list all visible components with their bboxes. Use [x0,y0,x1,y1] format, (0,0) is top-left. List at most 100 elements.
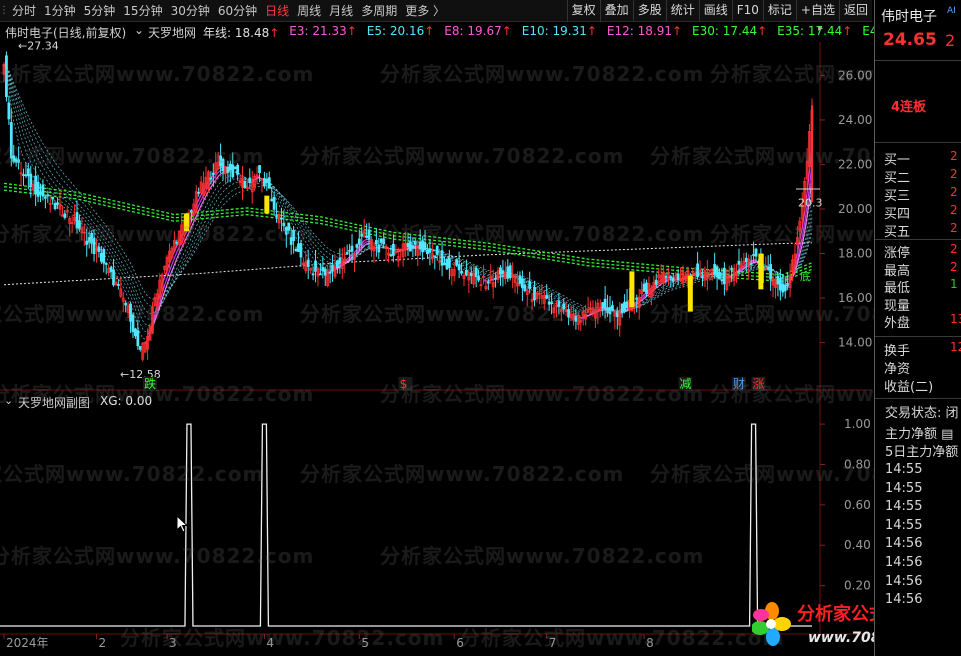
period-tabs: 分时 1分钟 5分钟 15分钟 30分钟 60分钟 日线 周线 月线 多周期 更多 〉 [8,0,449,22]
ma-legend-item: E3: 21.33↑ [289,24,357,38]
candle-body [314,260,317,272]
up-arrow-icon: ↑ [424,24,435,38]
watermark-text: 分析家公式网www.70822.com [0,222,315,246]
candle-body [769,264,773,280]
period-tab-2[interactable]: 5分钟 [80,0,120,22]
candle-body [331,264,334,272]
candle-body [749,263,753,265]
watermark-text: 分析家公式网www.70822.com [0,302,265,326]
candle-body [357,238,361,245]
candle-body [263,178,266,187]
drag-grip-icon[interactable]: ⋮ [0,0,9,22]
candle-body [642,283,646,292]
candle-body [134,328,137,337]
period-tab-6[interactable]: 日线 [261,0,293,22]
quote-row-label: 外盘 [884,316,911,331]
quote-row-label: 买五 [884,225,911,240]
candle-body [518,275,522,284]
up-arrow-icon: ↑ [757,24,768,38]
candle-body [696,263,700,278]
tick-time: 14:56 [885,592,923,608]
divider [875,336,961,337]
tool-button-7[interactable]: +自选 [795,0,839,22]
period-tab-0[interactable]: 分时 [8,0,40,22]
candle-body [508,265,512,278]
limit-up-badge: 4连板 [891,100,927,115]
x-tick-label: 2 [98,636,106,650]
period-tab-1[interactable]: 1分钟 [40,0,80,22]
candle-body [744,257,748,263]
candle-body [477,276,480,281]
tool-button-2[interactable]: 多股 [632,0,666,22]
xg-line [0,423,812,627]
quote-row-value: 2 [950,149,958,163]
candle-body [189,210,193,213]
candle-body [625,301,629,309]
up-arrow-icon: ↑ [269,26,280,40]
quote-row-value: 2 [950,242,958,256]
signal-bar [264,195,270,214]
quote-row-label: 买二 [884,171,911,186]
tick-time: 14:55 [885,462,923,477]
sub-y-tick-label: 0.60 [844,498,871,512]
quote-row-label: 最高 [884,263,911,279]
ma-legend-item: 年线: 18.48↑ [203,26,280,40]
tool-button-1[interactable]: 叠加 [599,0,633,22]
candle-body [523,284,527,292]
watermark-text: 分析家公式网www.70822.com [0,144,265,168]
candle-body [22,174,25,176]
candle-body [720,279,724,282]
candle-body [722,267,726,285]
tick-time: 14:56 [885,536,923,552]
period-tab-8[interactable]: 月线 [325,0,357,22]
candle-body [46,194,50,197]
candle-body [374,240,378,245]
quote-row-value: 13 [950,312,961,326]
candle-body [136,330,140,347]
tool-button-4[interactable]: 画线 [698,0,732,22]
tool-button-3[interactable]: 统计 [665,0,699,22]
period-tab-7[interactable]: 周线 [293,0,325,22]
candle-body [53,203,57,210]
x-tick-label: 2024年 [6,636,49,650]
candle-body [270,198,274,202]
y-tick-label: 24.00 [838,113,872,127]
tick-time: 14:55 [885,499,923,515]
quote-stock-name[interactable]: 伟时电子 [881,6,937,26]
period-tab-10[interactable]: 更多 〉 [401,0,449,22]
candle-body [197,191,201,194]
ma-legend-item: E10: 19.31↑ [521,24,597,38]
watermark-text: 分析家公式网www.70822.com [300,462,625,486]
divider [875,239,961,240]
period-tab-3[interactable]: 15分钟 [119,0,166,22]
candle-body [328,271,332,274]
period-tab-4[interactable]: 30分钟 [167,0,214,22]
candle-body [474,267,478,277]
candle-body [345,252,349,255]
ai-badge[interactable]: AI [947,6,956,16]
candle-body [671,277,675,282]
tool-button-8[interactable]: 返回 [838,0,872,22]
up-arrow-icon: ↑ [671,24,683,38]
candle-body [494,277,498,280]
candle-body [267,177,271,189]
tool-button-6[interactable]: 标记 [762,0,796,22]
candle-body [528,281,532,289]
mouse-cursor-icon [176,515,189,533]
period-tab-5[interactable]: 60分钟 [214,0,261,22]
tool-button-5[interactable]: F10 [731,0,763,22]
candle-body [56,202,59,205]
period-tab-9[interactable]: 多周期 [357,0,401,22]
candle-body [460,270,463,274]
candle-body [783,284,787,292]
quote-row-value: 1 [950,277,958,291]
candle-body [445,259,449,270]
indicator-toggle-icon[interactable]: ⌄ [134,23,144,37]
indicator-name[interactable]: 天罗地网 [148,24,196,41]
candle-body [34,175,38,195]
candle-body [43,196,47,199]
tool-button-0[interactable]: 复权 [566,0,600,22]
up-arrow-icon: ↑ [346,24,357,38]
candle-body [348,249,351,252]
legend-next-icon[interactable]: ▸ [818,23,823,34]
